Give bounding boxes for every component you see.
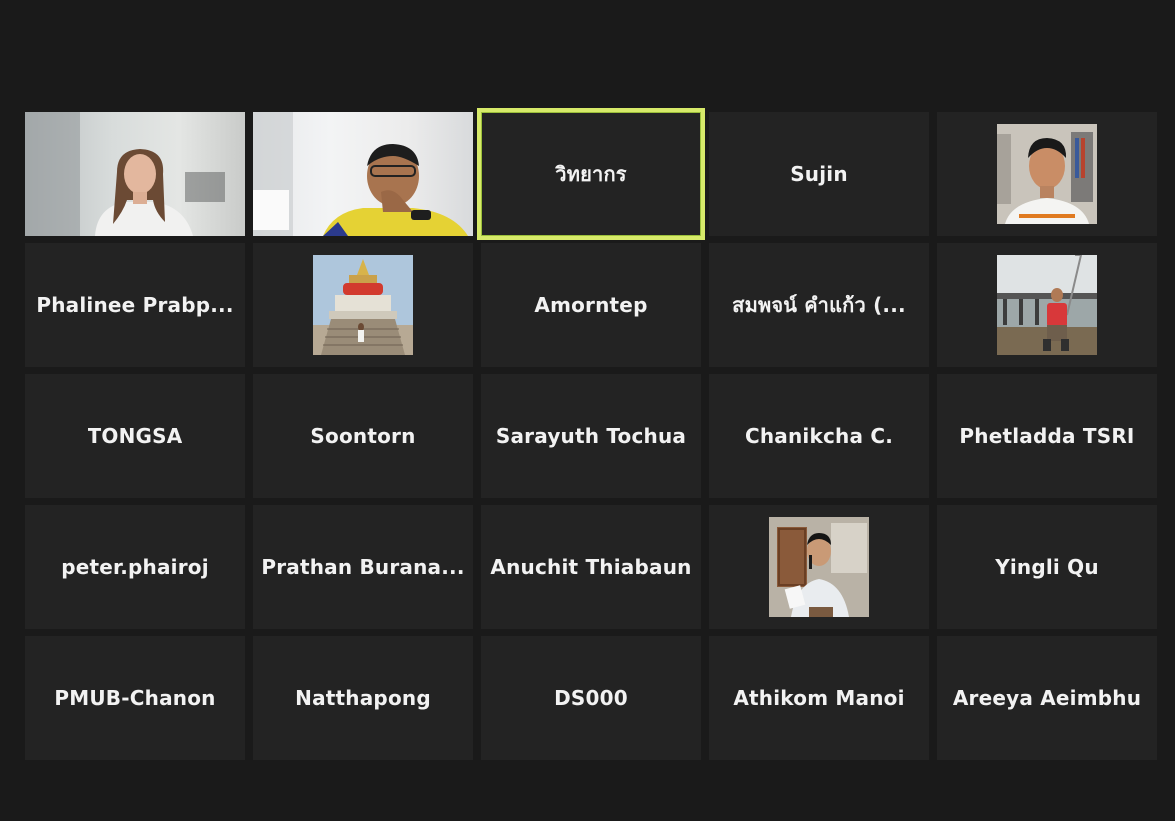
participant-tile[interactable]: Prathan Burana... xyxy=(253,505,473,629)
participant-name: Sarayuth Tochua xyxy=(495,424,687,448)
participant-name: Soontorn xyxy=(310,424,416,448)
participant-tile[interactable]: Anuchit Thiabaun xyxy=(481,505,701,629)
profile-photo-riverside-icon xyxy=(997,255,1097,355)
participant-name: Sujin xyxy=(790,162,848,186)
participant-name: Phetladda TSRI xyxy=(959,424,1135,448)
participant-name: Phalinee Prabp... xyxy=(36,293,234,317)
participant-tile-photo[interactable] xyxy=(937,112,1157,236)
participant-tile[interactable]: Sarayuth Tochua xyxy=(481,374,701,498)
participant-name: PMUB-Chanon xyxy=(54,686,216,710)
participant-tile[interactable]: Natthapong xyxy=(253,636,473,760)
participant-tile-photo[interactable] xyxy=(709,505,929,629)
participant-name: Prathan Burana... xyxy=(261,555,465,579)
participant-name: Areeya Aeimbhu xyxy=(952,686,1142,710)
participant-name: Amorntep xyxy=(534,293,648,317)
profile-photo-speaker-icon xyxy=(769,517,869,617)
participant-tile-video-man[interactable] xyxy=(253,112,473,236)
participant-name: Natthapong xyxy=(295,686,431,710)
profile-photo-temple-icon xyxy=(313,255,413,355)
participant-tile-video-woman[interactable] xyxy=(25,112,245,236)
participant-name: Anuchit Thiabaun xyxy=(490,555,692,579)
participant-tile[interactable]: Chanikcha C. xyxy=(709,374,929,498)
person-video-feed-icon xyxy=(253,112,473,236)
participant-tile[interactable]: TONGSA xyxy=(25,374,245,498)
participant-grid: วิทยากร Sujin Phalinee Prabp... Amorntep… xyxy=(25,108,1157,760)
participant-tile[interactable]: Amorntep xyxy=(481,243,701,367)
participant-tile[interactable]: สมพจน์ คำแก้ว (... xyxy=(709,243,929,367)
participant-tile[interactable]: Areeya Aeimbhu xyxy=(937,636,1157,760)
participant-name: Athikom Manoi xyxy=(733,686,905,710)
participant-tile-photo[interactable] xyxy=(937,243,1157,367)
participant-tile[interactable]: Phetladda TSRI xyxy=(937,374,1157,498)
participant-tile[interactable]: Sujin xyxy=(709,112,929,236)
participant-tile[interactable]: Yingli Qu xyxy=(937,505,1157,629)
participant-name: Chanikcha C. xyxy=(744,424,894,448)
participant-tile[interactable]: PMUB-Chanon xyxy=(25,636,245,760)
participant-name: DS000 xyxy=(554,686,628,710)
participant-tile[interactable]: DS000 xyxy=(481,636,701,760)
participant-tile[interactable]: Soontorn xyxy=(253,374,473,498)
participant-tile[interactable]: peter.phairoj xyxy=(25,505,245,629)
participant-tile[interactable]: Phalinee Prabp... xyxy=(25,243,245,367)
participant-tile-photo[interactable] xyxy=(253,243,473,367)
participant-name: Yingli Qu xyxy=(995,555,1099,579)
participant-name: สมพจน์ คำแก้ว (... xyxy=(732,293,906,317)
person-video-feed-icon xyxy=(25,112,245,236)
participant-name: วิทยากร xyxy=(555,162,627,186)
participant-name: TONGSA xyxy=(87,424,183,448)
participant-tile-active-speaker[interactable]: วิทยากร xyxy=(477,108,705,240)
participant-tile[interactable]: Athikom Manoi xyxy=(709,636,929,760)
profile-photo-man-icon xyxy=(997,124,1097,224)
gallery-view: วิทยากร Sujin Phalinee Prabp... Amorntep… xyxy=(0,0,1175,821)
participant-name: peter.phairoj xyxy=(61,555,209,579)
